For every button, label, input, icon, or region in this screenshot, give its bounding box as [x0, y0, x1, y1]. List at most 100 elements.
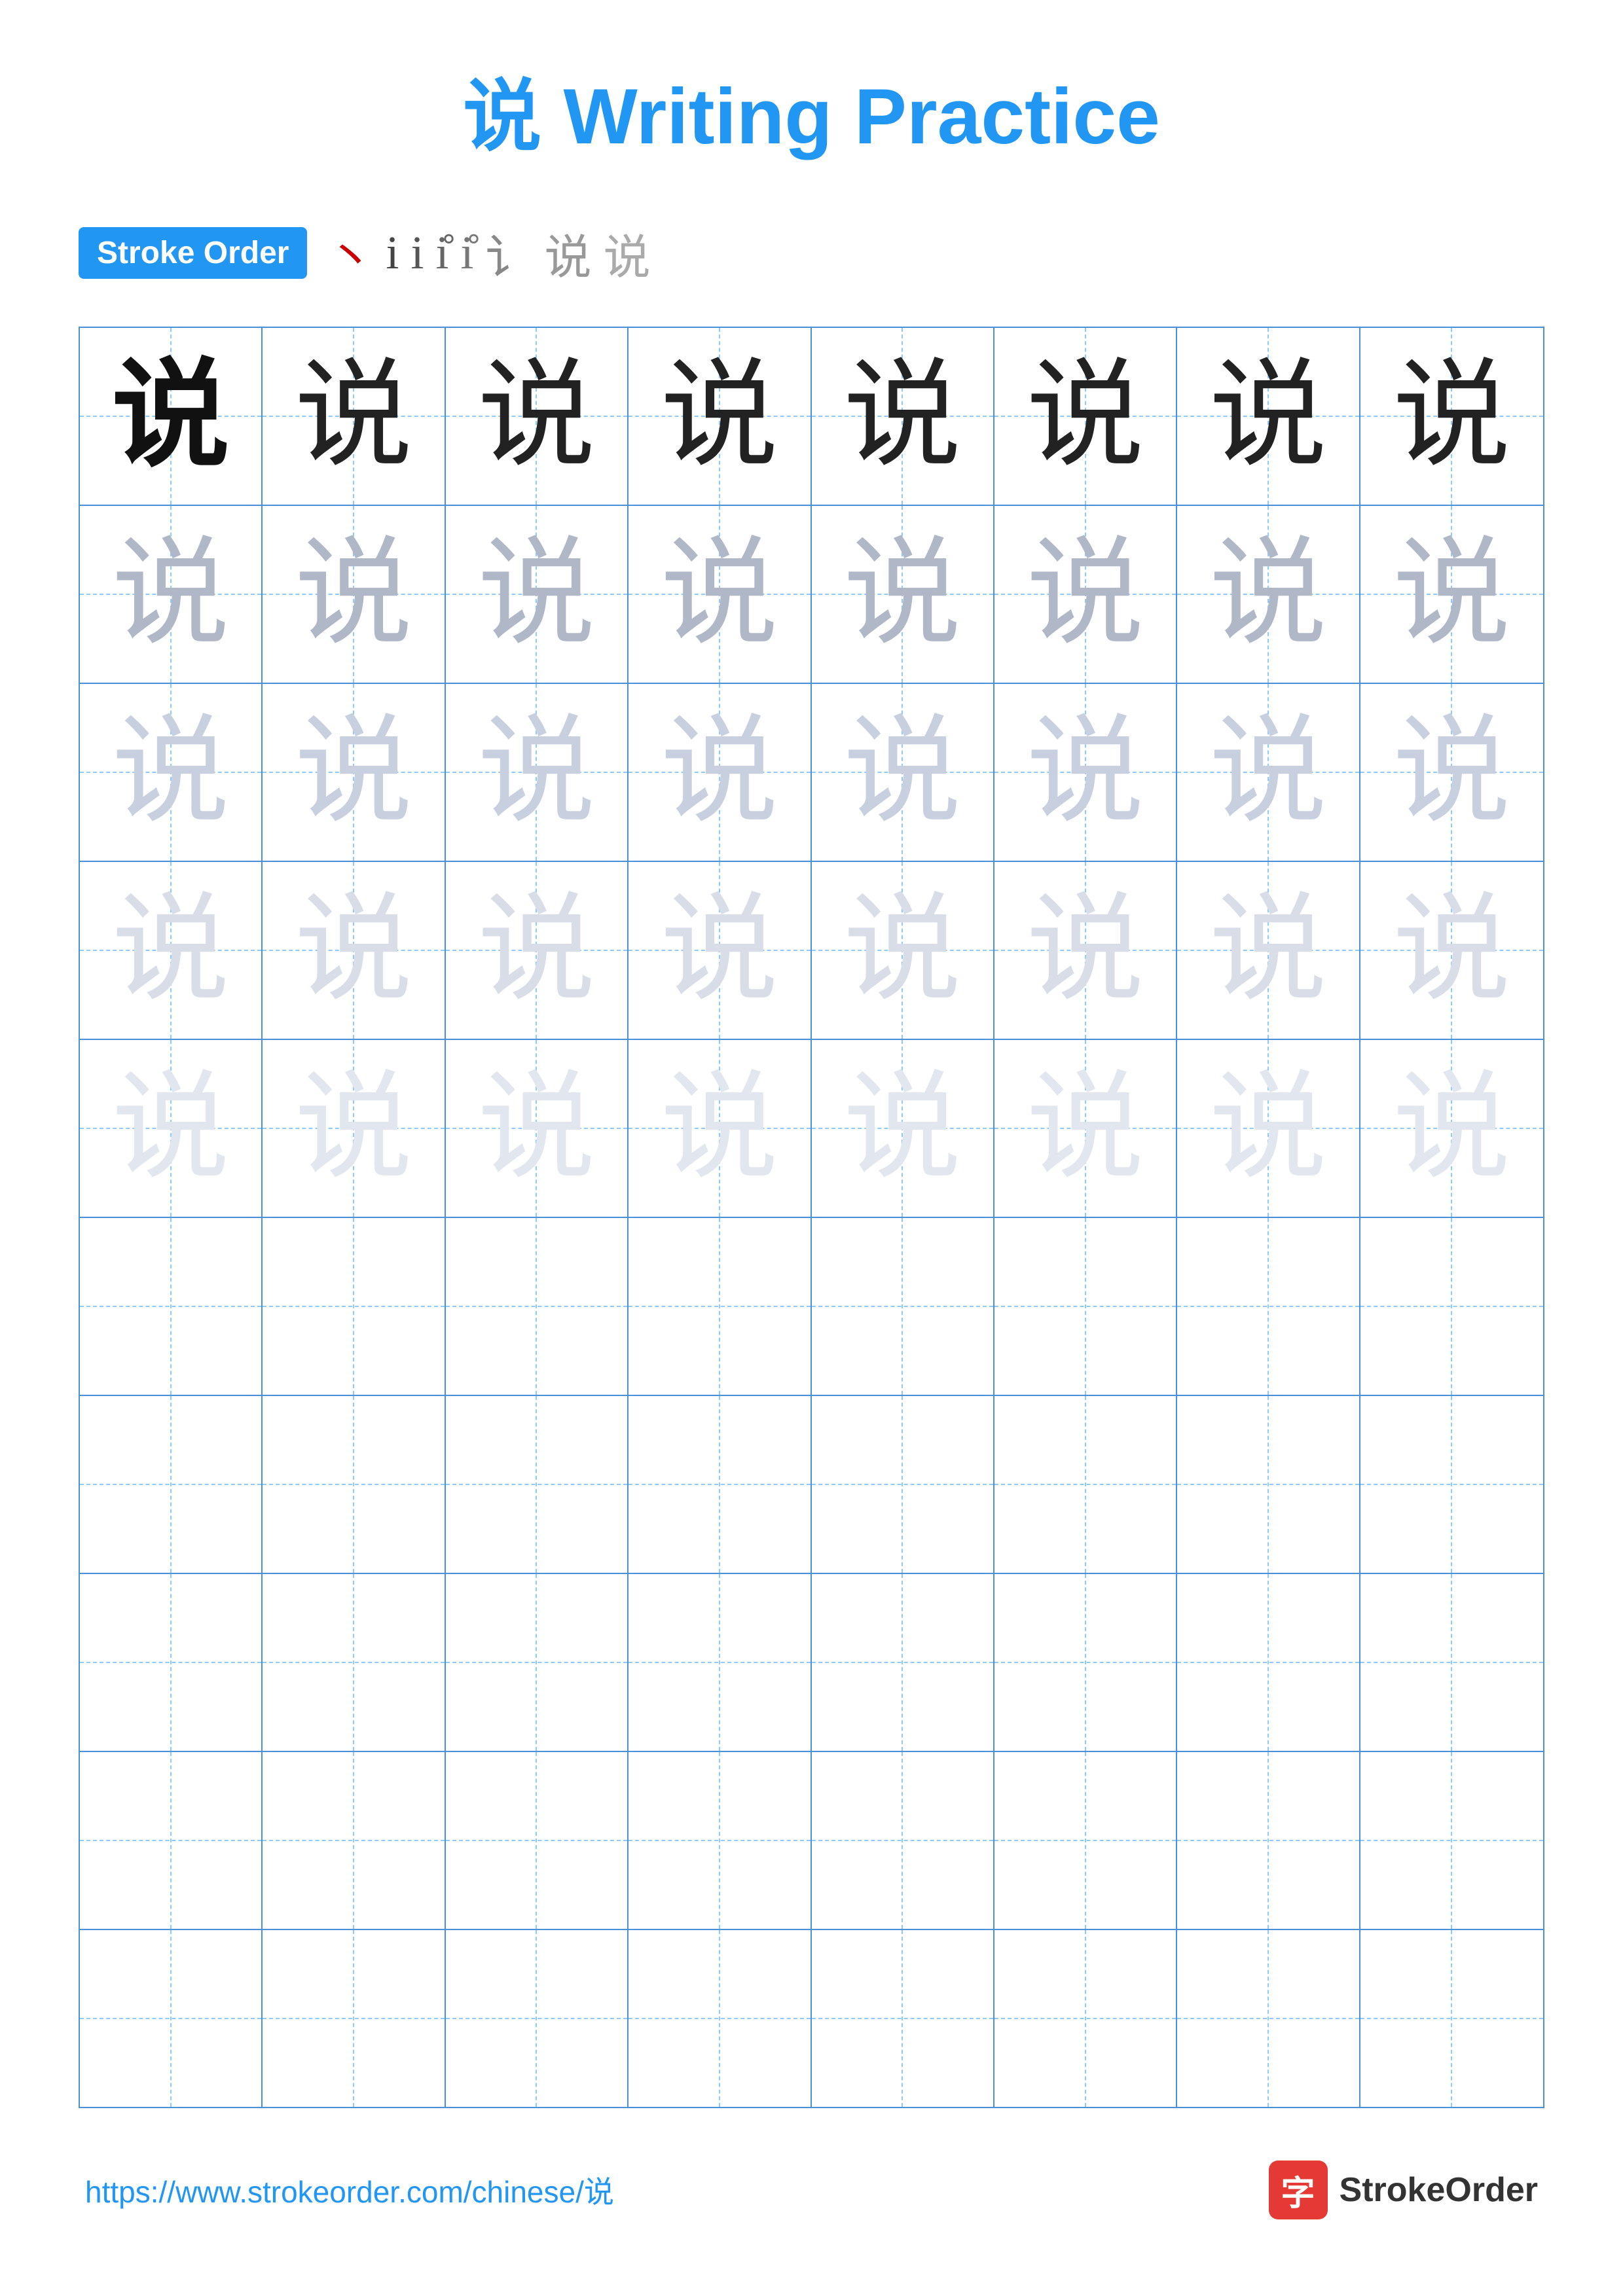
grid-cell[interactable]: 说 — [446, 1040, 629, 1217]
grid-cell[interactable]: 说 — [629, 862, 811, 1039]
grid-cell[interactable] — [629, 1396, 811, 1573]
grid-cell[interactable] — [446, 1218, 629, 1395]
grid-cell[interactable] — [1177, 1752, 1360, 1929]
brand-name: StrokeOrder — [1340, 2170, 1538, 2210]
stroke-5: i̊ — [461, 226, 474, 280]
grid-cell[interactable] — [80, 1396, 263, 1573]
grid-cell[interactable] — [263, 1752, 445, 1929]
grid-cell[interactable]: 说 — [629, 328, 811, 505]
grid-cell[interactable] — [80, 1218, 263, 1395]
grid-cell[interactable]: 说 — [1177, 1040, 1360, 1217]
grid-cell[interactable] — [80, 1574, 263, 1751]
grid-cell[interactable]: 说 — [80, 862, 263, 1039]
grid-cell[interactable]: 说 — [1360, 862, 1543, 1039]
grid-cell[interactable]: 说 — [629, 506, 811, 683]
footer-brand: 字 StrokeOrder — [1269, 2161, 1538, 2219]
grid-cell[interactable]: 说 — [80, 684, 263, 861]
grid-cell[interactable]: 说 — [1177, 862, 1360, 1039]
grid-cell[interactable]: 说 — [1360, 506, 1543, 683]
grid-cell[interactable] — [446, 1574, 629, 1751]
stroke-order-row: Stroke Order 丶 i i i̊ i̊ 讠 说 说 — [79, 219, 1544, 287]
stroke-7: 说 — [545, 219, 592, 287]
grid-cell[interactable]: 说 — [263, 684, 445, 861]
grid-cell[interactable]: 说 — [263, 1040, 445, 1217]
grid-cell[interactable]: 说 — [263, 328, 445, 505]
grid-cell[interactable] — [812, 1752, 994, 1929]
grid-cell[interactable] — [446, 1396, 629, 1573]
grid-cell[interactable] — [629, 1752, 811, 1929]
grid-cell[interactable] — [1360, 1396, 1543, 1573]
grid-cell[interactable] — [1177, 1574, 1360, 1751]
grid-cell[interactable] — [446, 1930, 629, 2107]
grid-cell[interactable]: 说 — [1360, 684, 1543, 861]
grid-cell[interactable]: 说 — [812, 684, 994, 861]
grid-cell[interactable]: 说 — [994, 506, 1177, 683]
grid-cell[interactable] — [1360, 1218, 1543, 1395]
grid-cell[interactable] — [1177, 1218, 1360, 1395]
grid-cell[interactable] — [994, 1930, 1177, 2107]
grid-cell[interactable]: 说 — [1177, 684, 1360, 861]
stroke-3: i — [410, 226, 424, 280]
grid-cell[interactable] — [80, 1930, 263, 2107]
writing-grid: 说 说 说 说 说 说 说 说 说 说 说 说 说 说 说 说 说 说 说 说 … — [79, 327, 1544, 2108]
grid-cell[interactable]: 说 — [1360, 1040, 1543, 1217]
grid-row-7 — [80, 1396, 1543, 1574]
grid-cell[interactable] — [812, 1574, 994, 1751]
grid-cell[interactable] — [812, 1930, 994, 2107]
grid-cell[interactable] — [1360, 1930, 1543, 2107]
grid-cell[interactable]: 说 — [629, 684, 811, 861]
grid-cell[interactable]: 说 — [446, 862, 629, 1039]
grid-cell[interactable]: 说 — [446, 684, 629, 861]
grid-row-4: 说 说 说 说 说 说 说 说 — [80, 862, 1543, 1040]
page-title: 说 Writing Practice — [79, 52, 1544, 166]
grid-cell[interactable]: 说 — [994, 862, 1177, 1039]
grid-cell[interactable] — [629, 1930, 811, 2107]
grid-cell[interactable] — [812, 1218, 994, 1395]
grid-cell[interactable]: 说 — [629, 1040, 811, 1217]
grid-cell[interactable] — [446, 1752, 629, 1929]
grid-cell[interactable]: 说 — [1360, 328, 1543, 505]
grid-cell[interactable]: 说 — [812, 862, 994, 1039]
grid-cell[interactable]: 说 — [994, 1040, 1177, 1217]
grid-cell[interactable]: 说 — [263, 862, 445, 1039]
grid-cell[interactable] — [1360, 1752, 1543, 1929]
grid-cell[interactable]: 说 — [994, 684, 1177, 861]
grid-cell[interactable] — [629, 1218, 811, 1395]
grid-cell[interactable]: 说 — [80, 1040, 263, 1217]
grid-cell[interactable]: 说 — [80, 506, 263, 683]
grid-cell[interactable] — [263, 1218, 445, 1395]
grid-cell[interactable] — [263, 1396, 445, 1573]
grid-cell[interactable] — [80, 1752, 263, 1929]
grid-cell[interactable] — [994, 1574, 1177, 1751]
grid-row-6 — [80, 1218, 1543, 1396]
grid-row-3: 说 说 说 说 说 说 说 说 — [80, 684, 1543, 862]
grid-cell[interactable] — [629, 1574, 811, 1751]
grid-cell[interactable] — [994, 1396, 1177, 1573]
stroke-6: 讠 — [486, 219, 533, 287]
grid-cell[interactable] — [263, 1930, 445, 2107]
grid-cell[interactable] — [994, 1218, 1177, 1395]
grid-cell[interactable]: 说 — [812, 1040, 994, 1217]
grid-row-8 — [80, 1574, 1543, 1752]
grid-cell[interactable]: 说 — [812, 506, 994, 683]
grid-cell[interactable]: 说 — [994, 328, 1177, 505]
grid-row-1: 说 说 说 说 说 说 说 说 — [80, 328, 1543, 506]
grid-cell[interactable]: 说 — [1177, 328, 1360, 505]
grid-cell[interactable] — [1177, 1930, 1360, 2107]
stroke-8: 说 — [604, 219, 651, 287]
grid-cell[interactable]: 说 — [80, 328, 263, 505]
grid-cell[interactable] — [812, 1396, 994, 1573]
grid-cell[interactable] — [1360, 1574, 1543, 1751]
grid-cell[interactable] — [263, 1574, 445, 1751]
grid-row-2: 说 说 说 说 说 说 说 说 — [80, 506, 1543, 684]
grid-cell[interactable] — [1177, 1396, 1360, 1573]
grid-cell[interactable] — [994, 1752, 1177, 1929]
title-text: Writing Practice — [541, 73, 1160, 160]
grid-cell[interactable]: 说 — [1177, 506, 1360, 683]
stroke-4: i̊ — [435, 226, 448, 280]
grid-cell[interactable]: 说 — [446, 506, 629, 683]
footer-url[interactable]: https://www.strokeorder.com/chinese/说 — [85, 2168, 614, 2212]
grid-cell[interactable]: 说 — [812, 328, 994, 505]
grid-cell[interactable]: 说 — [446, 328, 629, 505]
grid-cell[interactable]: 说 — [263, 506, 445, 683]
